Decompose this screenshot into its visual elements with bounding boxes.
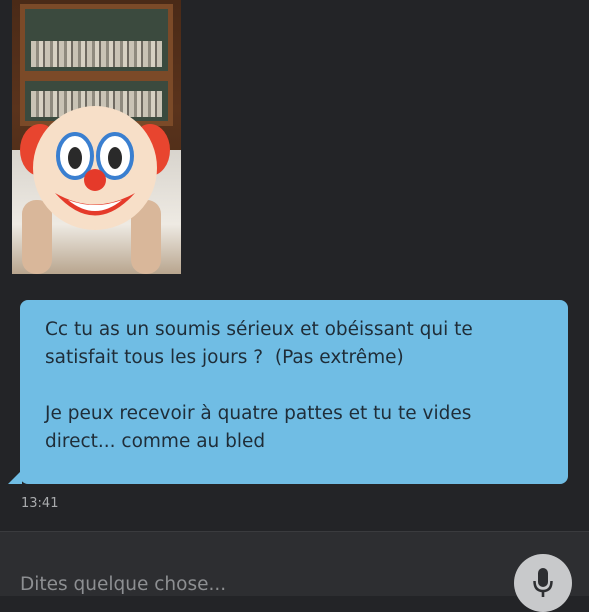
- message-text: Cc tu as un soumis sérieux et obéissant …: [45, 319, 473, 452]
- microphone-icon: [533, 568, 553, 597]
- message-timestamp: 13:41: [21, 496, 59, 511]
- books: [31, 41, 162, 67]
- mic-button[interactable]: [514, 554, 572, 612]
- shared-photo[interactable]: [12, 0, 181, 274]
- message-input[interactable]: [20, 568, 440, 600]
- message-bubble[interactable]: Cc tu as un soumis sérieux et obéissant …: [20, 300, 568, 484]
- bookshelf: [20, 4, 173, 76]
- message-composer: [0, 531, 589, 612]
- clown-face-icon: [20, 106, 170, 230]
